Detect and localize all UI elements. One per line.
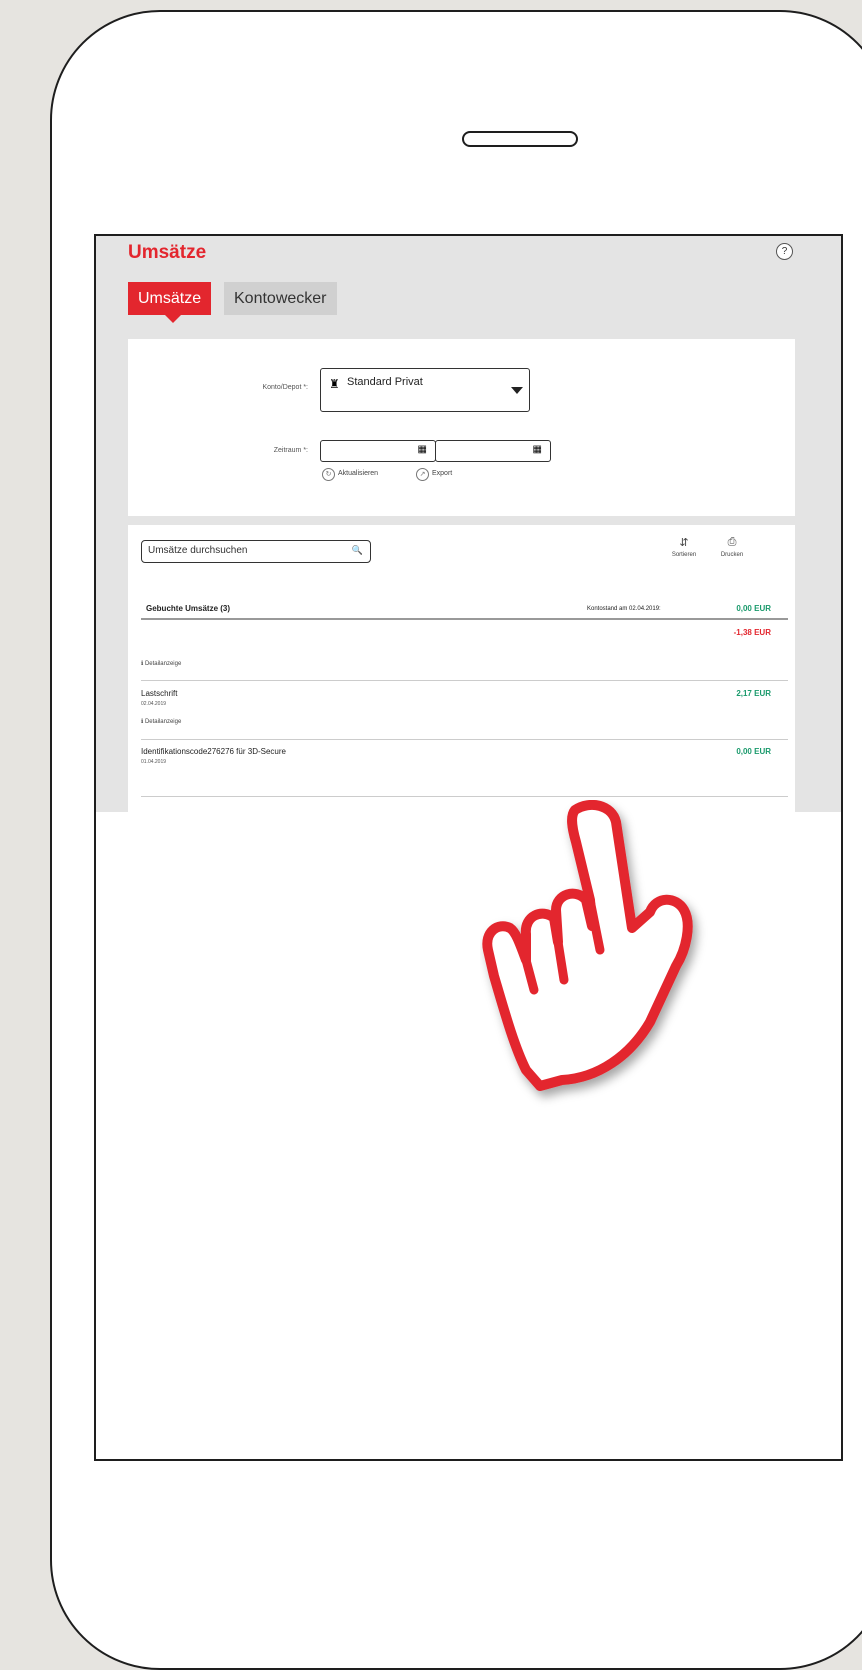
transaction-date: 01.04.2019 [141, 759, 167, 765]
row-divider [141, 796, 788, 797]
transaction-amount: -1,38 EUR [733, 628, 771, 637]
calendar-icon[interactable]: ▦ [533, 444, 542, 455]
print-label: Drucken [720, 552, 744, 558]
search-input[interactable]: Umsätze durchsuchen 🔍 [141, 540, 371, 563]
transaction-title: Lastschrift [141, 689, 178, 698]
sort-button[interactable]: ⇵ Sortieren [664, 536, 704, 558]
balance-value: 0,00 EUR [736, 604, 771, 613]
transaction-amount: 2,17 EUR [736, 689, 771, 698]
pointing-hand-icon [482, 800, 693, 1091]
export-icon[interactable]: ↗ [416, 468, 429, 481]
balance-label: Kontostand am 02.04.2019: [587, 606, 661, 612]
refresh-link[interactable]: Aktualisieren [338, 470, 378, 477]
search-placeholder: Umsätze durchsuchen [148, 545, 248, 556]
detail-link[interactable]: ℹ Detailanzeige [141, 718, 181, 725]
print-icon: ⎙ [727, 536, 737, 548]
chevron-down-icon [511, 387, 523, 394]
search-icon[interactable]: 🔍 [352, 545, 363, 556]
tab-umsaetze[interactable]: Umsätze [128, 282, 212, 323]
transaction-date: 02.04.2019 [141, 701, 167, 707]
export-link[interactable]: Export [432, 470, 452, 477]
bank-icon: ♜ [329, 377, 340, 391]
sort-label: Sortieren [671, 552, 697, 558]
row-divider [141, 680, 788, 681]
filter-card: Konto/Depot *: ♜ Standard Privat Zeitrau… [128, 339, 795, 516]
phone-speaker [462, 131, 578, 147]
account-select[interactable]: ♜ Standard Privat [320, 368, 530, 412]
detail-link[interactable]: ℹ Detailanzeige [141, 660, 181, 667]
period-label: Zeitraum *: [273, 447, 308, 454]
transaction-title: Identifikationscode276276 für 3D-Secure [141, 747, 286, 756]
transactions-card: Umsätze durchsuchen 🔍 ⇵ Sortieren ⎙ Druc… [128, 525, 795, 812]
app-area: Umsätze ? Umsätze Kontowecker Konto/Depo… [96, 236, 841, 812]
print-button[interactable]: ⎙ Drucken [712, 536, 752, 558]
account-label: Konto/Depot *: [262, 384, 308, 391]
row-divider [141, 739, 788, 740]
date-to-input[interactable]: ▦ [435, 440, 551, 462]
help-icon[interactable]: ? [776, 243, 793, 260]
transaction-amount: 0,00 EUR [736, 747, 771, 756]
sort-icon: ⇵ [679, 537, 689, 549]
page-title: Umsätze [128, 242, 207, 263]
date-from-input[interactable]: ▦ [320, 440, 436, 462]
transactions-header: Gebuchte Umsätze (3) [146, 604, 231, 613]
account-value: Standard Privat [347, 376, 423, 388]
header-divider [141, 618, 788, 620]
calendar-icon[interactable]: ▦ [418, 444, 427, 455]
tab-kontowecker[interactable]: Kontowecker [224, 282, 337, 315]
refresh-icon[interactable]: ↻ [322, 468, 335, 481]
